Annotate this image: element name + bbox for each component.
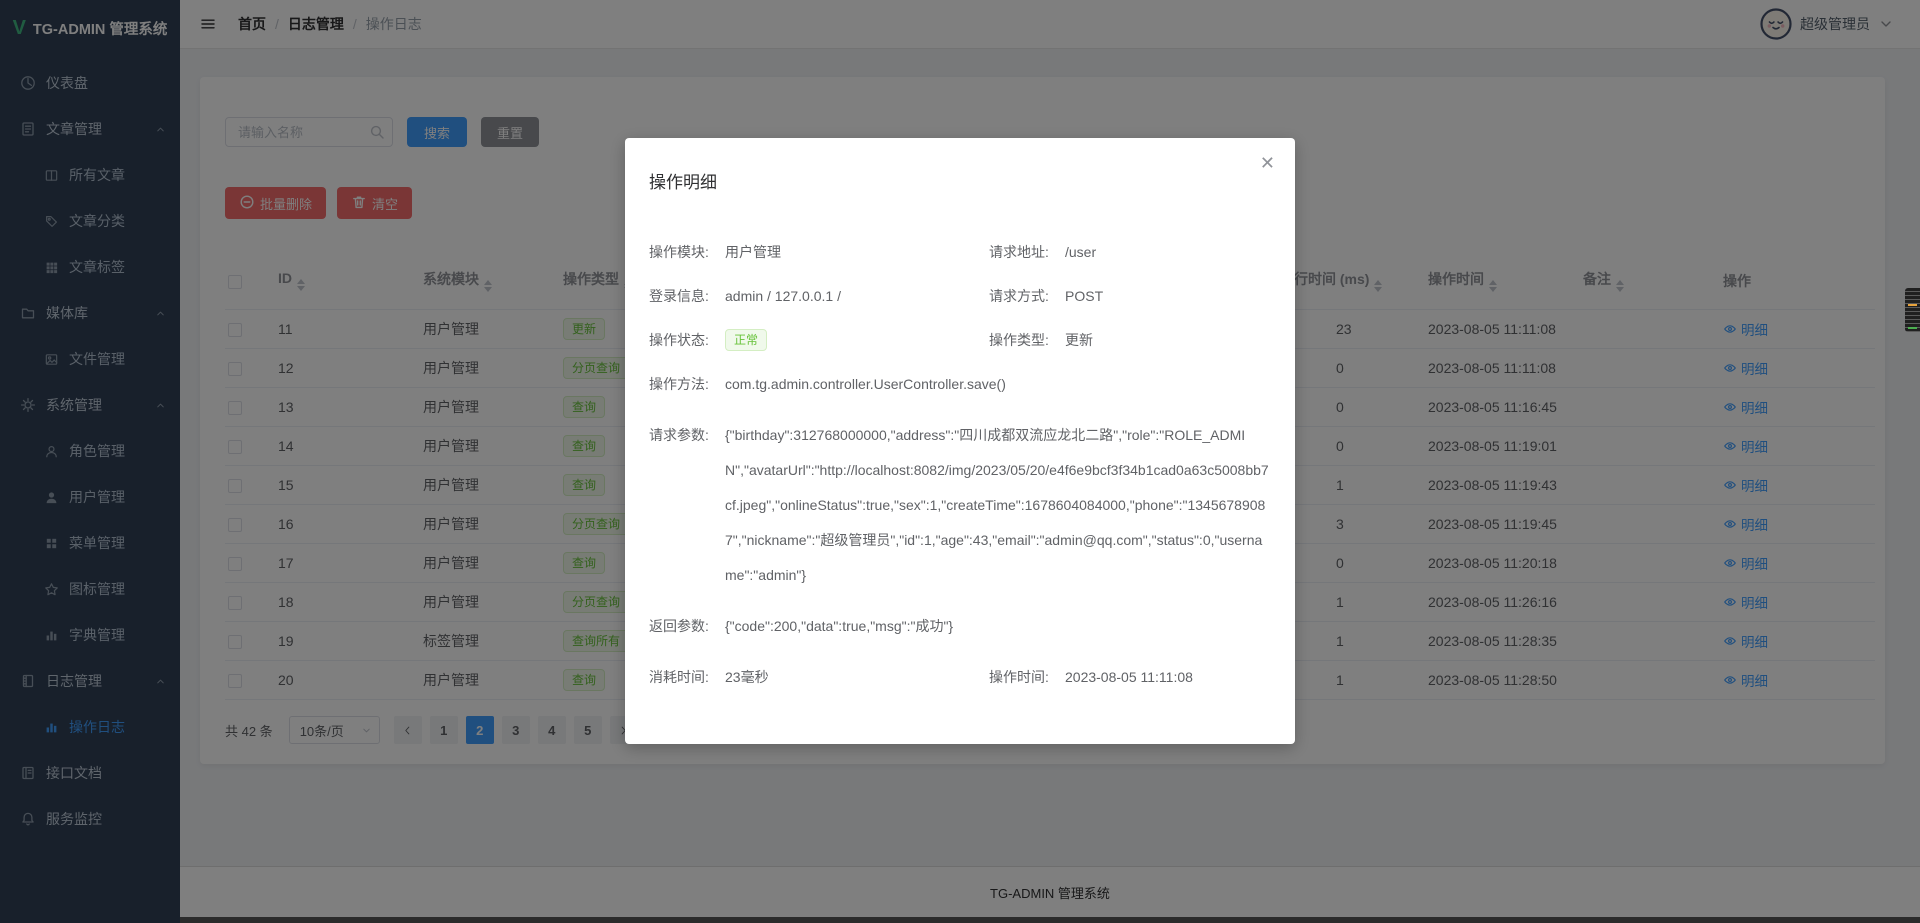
field-value: admin / 127.0.0.1 / bbox=[725, 288, 841, 304]
field-value: 2023-08-05 11:11:08 bbox=[1065, 669, 1193, 685]
detail-field-row: 消耗时间:23毫秒 操作时间:2023-08-05 11:11:08 bbox=[649, 666, 1271, 688]
detail-field-row: 操作方法:com.tg.admin.controller.UserControl… bbox=[649, 373, 1271, 402]
detail-field-row: 请求参数:{"birthday":312768000000,"address":… bbox=[649, 424, 1271, 593]
minimap-widget bbox=[1905, 288, 1920, 332]
field-label: 操作时间: bbox=[989, 666, 1065, 688]
field-label: 操作方法: bbox=[649, 373, 725, 395]
dialog-title: 操作明细 bbox=[649, 168, 1271, 193]
field-label: 操作类型: bbox=[989, 329, 1065, 351]
field-value: /user bbox=[1065, 244, 1096, 260]
field-label: 操作模块: bbox=[649, 241, 725, 263]
field-value: 用户管理 bbox=[725, 244, 781, 260]
field-value: {"birthday":312768000000,"address":"四川成都… bbox=[725, 418, 1270, 593]
field-label: 操作状态: bbox=[649, 329, 725, 351]
field-label: 请求参数: bbox=[649, 424, 725, 446]
field-value: 23毫秒 bbox=[725, 669, 769, 685]
detail-field-row: 操作状态:正常 操作类型:更新 bbox=[649, 329, 1271, 351]
field-value: 更新 bbox=[1065, 332, 1093, 348]
field-label: 请求地址: bbox=[989, 241, 1065, 263]
status-badge: 正常 bbox=[725, 329, 767, 351]
dialog-body: 操作模块:用户管理 请求地址:/user 登录信息:admin / 127.0.0.… bbox=[649, 241, 1271, 688]
operation-detail-dialog: 操作明细 ✕ 操作模块:用户管理 请求地址:/user 登录信息:admin / 1… bbox=[625, 138, 1295, 744]
detail-field-row: 返回参数:{"code":200,"data":true,"msg":"成功"} bbox=[649, 615, 1271, 644]
close-icon[interactable]: ✕ bbox=[1260, 154, 1275, 172]
detail-field-row: 操作模块:用户管理 请求地址:/user bbox=[649, 241, 1271, 263]
detail-field-row: 登录信息:admin / 127.0.0.1 / 请求方式:POST bbox=[649, 285, 1271, 307]
field-label: 返回参数: bbox=[649, 615, 725, 637]
field-value: {"code":200,"data":true,"msg":"成功"} bbox=[725, 609, 1270, 644]
field-label: 消耗时间: bbox=[649, 666, 725, 688]
field-value: com.tg.admin.controller.UserController.s… bbox=[725, 367, 1270, 402]
field-label: 登录信息: bbox=[649, 285, 725, 307]
field-label: 请求方式: bbox=[989, 285, 1065, 307]
field-value: POST bbox=[1065, 288, 1103, 304]
